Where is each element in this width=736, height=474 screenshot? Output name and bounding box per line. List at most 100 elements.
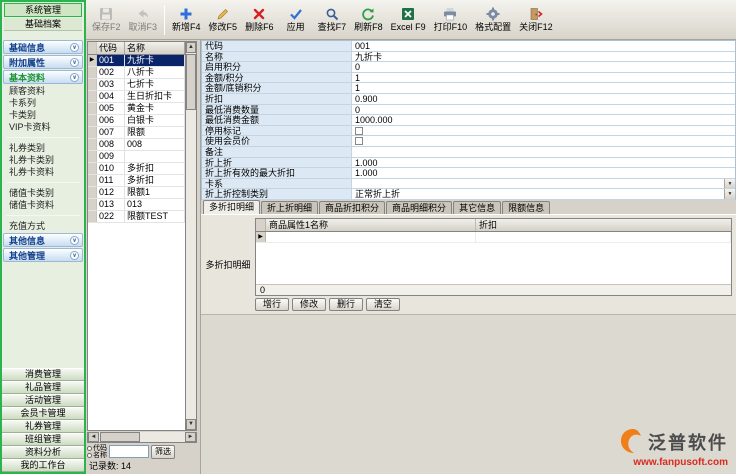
- table-row[interactable]: 003七折卡: [88, 79, 185, 91]
- column-header-code[interactable]: 代码: [97, 42, 125, 54]
- field-value[interactable]: 1.000: [352, 158, 735, 168]
- sidebar-tab-system-management[interactable]: 系统管理: [4, 3, 82, 17]
- detail-column-discount[interactable]: 折扣: [476, 219, 731, 231]
- apply-button[interactable]: 应用: [278, 2, 314, 38]
- filter-option-code[interactable]: 代码: [87, 445, 107, 452]
- modify-row-button[interactable]: 修改: [292, 298, 326, 311]
- sidebar-group-header[interactable]: 其他信息∨: [3, 233, 83, 247]
- field-value[interactable]: ▼: [352, 179, 735, 189]
- sidebar-item[interactable]: 礼券类别: [2, 142, 84, 154]
- sidebar-item[interactable]: VIP卡资料: [2, 121, 84, 133]
- horizontal-scrollbar[interactable]: ◄ ►: [87, 432, 197, 443]
- table-row[interactable]: 012限额1: [88, 187, 185, 199]
- add-button[interactable]: 新增F4: [168, 2, 205, 38]
- dropdown-arrow-icon[interactable]: ▼: [724, 189, 735, 199]
- sidebar-bottom-item[interactable]: 礼品管理: [2, 381, 84, 394]
- sidebar-group-header[interactable]: 其他管理∨: [3, 248, 83, 262]
- column-header-name[interactable]: 名称: [125, 42, 185, 54]
- delete-row-button[interactable]: 删行: [329, 298, 363, 311]
- field-value[interactable]: 0.900: [352, 94, 735, 104]
- table-row[interactable]: 010多折扣: [88, 163, 185, 175]
- sidebar-bottom-item[interactable]: 会员卡管理: [2, 407, 84, 420]
- cell-code: 004: [97, 91, 125, 102]
- cell-code: 005: [97, 103, 125, 114]
- tab-item[interactable]: 折上折明细: [261, 201, 318, 214]
- sidebar-bottom-item[interactable]: 资料分析: [2, 446, 84, 459]
- delete-button[interactable]: 删除F6: [241, 2, 278, 38]
- close-button[interactable]: 关闭F12: [515, 2, 557, 38]
- tab-item[interactable]: 限额信息: [502, 201, 550, 214]
- h-scrollbar-thumb[interactable]: [100, 432, 140, 442]
- sidebar-item[interactable]: 卡类别: [2, 109, 84, 121]
- sidebar-item[interactable]: 卡系列: [2, 97, 84, 109]
- table-row[interactable]: 002八折卡: [88, 67, 185, 79]
- table-row[interactable]: ▶001九折卡: [88, 55, 185, 67]
- clear-button[interactable]: 清空: [366, 298, 400, 311]
- print-button[interactable]: 打印F10: [430, 2, 472, 38]
- scrollbar-thumb[interactable]: [186, 54, 196, 110]
- filter-input[interactable]: [109, 445, 149, 458]
- field-text: 0: [355, 62, 360, 72]
- field-value[interactable]: 1000.000: [352, 115, 735, 125]
- detail-empty-row[interactable]: ▶: [256, 232, 731, 243]
- table-row[interactable]: 011多折扣: [88, 175, 185, 187]
- sidebar-item[interactable]: 礼券卡资料: [2, 166, 84, 178]
- dropdown-arrow-icon[interactable]: ▼: [724, 179, 735, 189]
- sidebar-bottom-item[interactable]: 消费管理: [2, 368, 84, 381]
- field-value[interactable]: [352, 147, 735, 157]
- h-scrollbar-track[interactable]: [140, 432, 185, 442]
- field-value[interactable]: 0: [352, 105, 735, 115]
- sidebar-bottom-item[interactable]: 班组管理: [2, 433, 84, 446]
- scrollbar-track[interactable]: [186, 110, 196, 419]
- sidebar-bottom-item[interactable]: 活动管理: [2, 394, 84, 407]
- find-button[interactable]: 查找F7: [314, 2, 351, 38]
- sidebar-item[interactable]: 储值卡类别: [2, 187, 84, 199]
- sidebar-item[interactable]: 充值方式: [2, 220, 84, 232]
- add-row-button[interactable]: 增行: [255, 298, 289, 311]
- sidebar-item[interactable]: 储值卡资料: [2, 199, 84, 211]
- tab-item[interactable]: 商品明细积分: [386, 201, 452, 214]
- table-row[interactable]: 013013: [88, 199, 185, 211]
- tab-item[interactable]: 商品折扣积分: [319, 201, 385, 214]
- table-row[interactable]: 009: [88, 151, 185, 163]
- detail-column-attr-name[interactable]: 商品属性1名称: [266, 219, 476, 231]
- filter-option-name[interactable]: 名称: [87, 452, 107, 459]
- table-row[interactable]: 022限额TEST: [88, 211, 185, 223]
- field-value[interactable]: 正常折上折▼: [352, 189, 735, 199]
- field-value[interactable]: 1: [352, 73, 735, 83]
- table-row[interactable]: 005黄金卡: [88, 103, 185, 115]
- table-row[interactable]: 008008: [88, 139, 185, 151]
- sidebar-group-header[interactable]: 附加属性∨: [3, 55, 83, 69]
- edit-button[interactable]: 修改F5: [205, 2, 242, 38]
- scroll-up-icon[interactable]: ▲: [186, 42, 196, 53]
- field-value[interactable]: 001: [352, 41, 735, 51]
- refresh-button[interactable]: 刷新F8: [350, 2, 387, 38]
- tab-item[interactable]: 其它信息: [453, 201, 501, 214]
- scroll-right-icon[interactable]: ►: [185, 432, 196, 442]
- tab-item[interactable]: 多折扣明细: [203, 200, 260, 214]
- sidebar-item[interactable]: 礼券卡类别: [2, 154, 84, 166]
- table-row[interactable]: 006白银卡: [88, 115, 185, 127]
- sidebar-bottom-item[interactable]: 礼券管理: [2, 420, 84, 433]
- sidebar-bottom-item[interactable]: 我的工作台: [2, 459, 84, 472]
- table-row[interactable]: 007限额: [88, 127, 185, 139]
- sidebar-group-header[interactable]: 基本资料∨: [3, 70, 83, 84]
- scroll-left-icon[interactable]: ◄: [88, 432, 99, 442]
- field-value[interactable]: 九折卡: [352, 52, 735, 62]
- field-value[interactable]: 1: [352, 83, 735, 93]
- sidebar-item[interactable]: 顾客资料: [2, 85, 84, 97]
- field-value[interactable]: 0: [352, 62, 735, 72]
- table-row[interactable]: 004生日折扣卡: [88, 91, 185, 103]
- field-value[interactable]: [352, 126, 735, 136]
- filter-button[interactable]: 筛选: [151, 445, 175, 459]
- checkbox-icon[interactable]: [355, 127, 363, 135]
- excel-button[interactable]: Excel F9: [387, 2, 430, 38]
- scroll-down-icon[interactable]: ▼: [186, 419, 196, 430]
- sidebar-tab-basic-files[interactable]: 基础档案: [4, 18, 82, 31]
- field-value[interactable]: 1.000: [352, 168, 735, 178]
- checkbox-icon[interactable]: [355, 137, 363, 145]
- sidebar-group-header[interactable]: 基础信息∨: [3, 40, 83, 54]
- config-button[interactable]: 格式配置: [471, 2, 515, 38]
- vertical-scrollbar[interactable]: ▲ ▼: [185, 42, 196, 430]
- field-value[interactable]: [352, 136, 735, 146]
